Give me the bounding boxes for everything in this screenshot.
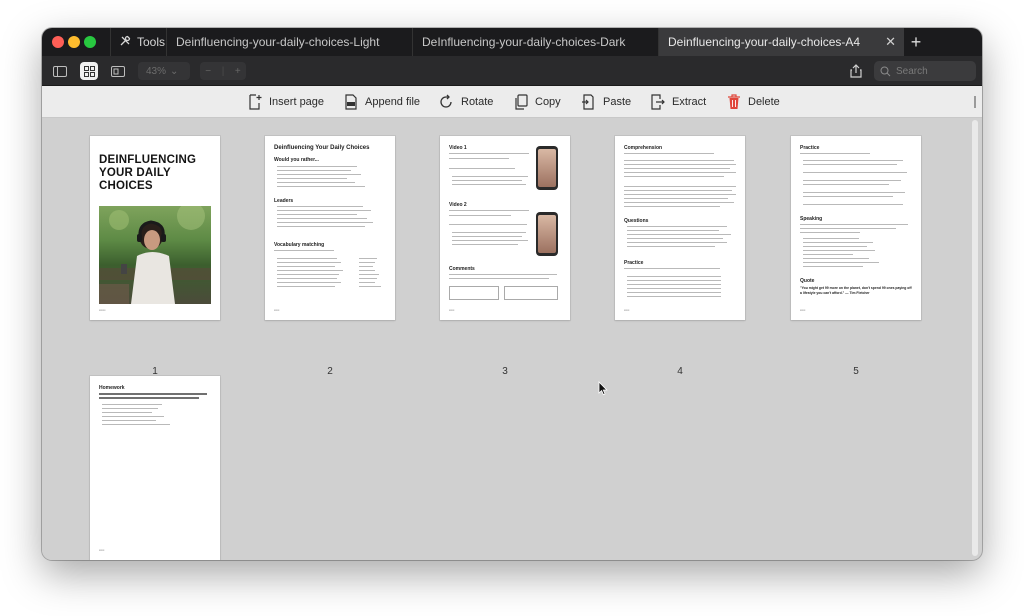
tools-icon: [119, 34, 132, 50]
share-button[interactable]: [848, 62, 864, 80]
append-file-icon: [345, 94, 357, 110]
rotate-icon: [440, 94, 452, 108]
page-actions-bar: Insert page Append file Rotate Copy Past…: [42, 86, 982, 118]
cover-photo: [99, 206, 211, 304]
zoom-stepper[interactable]: − | +: [200, 62, 246, 80]
grid-view-icon: [83, 65, 95, 77]
delete-icon: [728, 94, 740, 109]
search-placeholder: Search: [896, 65, 928, 77]
page-thumbnail-5[interactable]: Practice Speaking Quote "You might get 9…: [791, 136, 921, 320]
zoom-select[interactable]: 43% ⌄: [138, 62, 190, 80]
tools-button[interactable]: Tools: [110, 28, 166, 56]
insert-page-button[interactable]: Insert page: [248, 86, 324, 118]
share-icon: [850, 64, 862, 78]
section-heading: Vocabulary matching: [274, 242, 325, 248]
section-heading: Practice: [624, 260, 644, 266]
mouse-cursor-icon: [598, 381, 608, 396]
extract-icon: [651, 94, 665, 110]
close-window-button[interactable]: [52, 36, 64, 48]
tab-deinfluencing-light[interactable]: Deinfluencing-your-daily-choices-Light: [166, 28, 412, 56]
vertical-scrollbar[interactable]: [972, 120, 978, 556]
delete-label: Delete: [748, 96, 780, 108]
extract-button[interactable]: Extract: [650, 86, 706, 118]
minimize-window-button[interactable]: [68, 36, 80, 48]
section-heading: Comprehension: [624, 145, 663, 151]
page-thumbnail-4[interactable]: Comprehension Questions Practice ▪▪▪▪▪: [615, 136, 745, 320]
extract-label: Extract: [672, 96, 707, 108]
paste-button[interactable]: Paste: [581, 86, 631, 118]
page-thumbnail-1[interactable]: DEINFLUENCING YOUR DAILY CHOICES ▪▪▪▪▪▪: [90, 136, 220, 320]
section-heading: Would you rather...: [274, 157, 319, 163]
page-footer: ▪▪▪▪▪: [449, 308, 455, 312]
page-number-5: 5: [853, 366, 859, 377]
tab-label: Deinfluencing-your-daily-choices-Light: [176, 35, 380, 49]
tab-bar: Tools Deinfluencing-your-daily-choices-L…: [42, 28, 982, 56]
grid-view-button[interactable]: [80, 62, 98, 80]
search-field[interactable]: Search: [874, 61, 976, 81]
rotate-button[interactable]: Rotate: [438, 86, 493, 118]
section-heading: Quote: [800, 278, 815, 284]
zoom-out-icon[interactable]: −: [205, 66, 211, 77]
page-number-3: 3: [502, 366, 508, 377]
page-footer: ▪▪▪▪▪▪: [99, 308, 106, 312]
section-heading: Questions: [624, 218, 649, 224]
tab-deinfluencing-a4[interactable]: Deinfluencing-your-daily-choices-A4 ✕: [658, 28, 904, 56]
toolbar-resize-handle[interactable]: [974, 96, 976, 108]
new-tab-button[interactable]: +: [906, 30, 926, 54]
close-tab-icon[interactable]: ✕: [885, 34, 896, 50]
section-heading: Practice: [800, 145, 820, 151]
section-heading: Leaders: [274, 198, 294, 204]
section-heading: Video 1: [449, 145, 467, 151]
cover-title: DEINFLUENCING YOUR DAILY CHOICES: [99, 154, 197, 192]
paste-label: Paste: [603, 96, 632, 108]
section-heading: Comments: [449, 266, 475, 272]
tab-label: DeInfluencing-your-daily-choices-Dark: [422, 35, 626, 49]
zoom-window-button[interactable]: [84, 36, 96, 48]
page-thumbnail-grid: DEINFLUENCING YOUR DAILY CHOICES ▪▪▪▪▪▪ …: [42, 118, 970, 560]
zoom-in-icon[interactable]: +: [235, 66, 241, 77]
chevron-down-icon: ⌄: [170, 65, 179, 77]
search-icon: [880, 66, 891, 76]
quote-text: "You might get 99 more on the planet, do…: [800, 286, 912, 295]
view-toolbar: 43% ⌄ − | + Search: [42, 56, 982, 86]
copy-label: Copy: [535, 96, 561, 108]
section-heading: Video 2: [449, 202, 467, 208]
page-footer: ▪▪▪▪▪: [800, 308, 806, 312]
page-heading: Deinfluencing Your Daily Choices: [274, 145, 370, 151]
page-view-icon: [111, 65, 125, 77]
sidebar-toggle-button[interactable]: [51, 62, 69, 80]
insert-page-icon: [249, 94, 262, 110]
zoom-value: 43%: [146, 65, 167, 77]
append-file-button[interactable]: Append file: [344, 86, 420, 118]
append-file-label: Append file: [365, 96, 421, 108]
page-footer: ▪▪▪▪▪: [99, 548, 105, 552]
divider: |: [221, 65, 225, 77]
app-window: Tools Deinfluencing-your-daily-choices-L…: [42, 28, 982, 560]
copy-icon: [515, 94, 528, 110]
video-thumbnail: [536, 212, 558, 256]
tools-label: Tools: [137, 35, 166, 49]
page-number-4: 4: [677, 366, 683, 377]
delete-button[interactable]: Delete: [727, 86, 780, 118]
tab-deinfluencing-dark[interactable]: DeInfluencing-your-daily-choices-Dark: [412, 28, 658, 56]
insert-page-label: Insert page: [269, 96, 325, 108]
tab-label: Deinfluencing-your-daily-choices-A4: [668, 35, 861, 49]
copy-button[interactable]: Copy: [514, 86, 561, 118]
section-heading: Homework: [99, 385, 125, 391]
page-footer: ▪▪▪▪▪: [274, 308, 280, 312]
section-heading: Speaking: [800, 216, 823, 222]
page-view-button[interactable]: [109, 62, 127, 80]
page-number-2: 2: [327, 366, 333, 377]
page-thumbnail-6[interactable]: Homework ▪▪▪▪▪: [90, 376, 220, 560]
paste-icon: [582, 94, 594, 110]
video-thumbnail: [536, 146, 558, 190]
page-thumbnail-2[interactable]: Deinfluencing Your Daily Choices Would y…: [265, 136, 395, 320]
rotate-label: Rotate: [461, 96, 494, 108]
sidebar-icon: [53, 65, 67, 77]
page-footer: ▪▪▪▪▪: [624, 308, 630, 312]
page-thumbnail-3[interactable]: Video 1 Video 2 Comments ▪▪▪▪▪: [440, 136, 570, 320]
